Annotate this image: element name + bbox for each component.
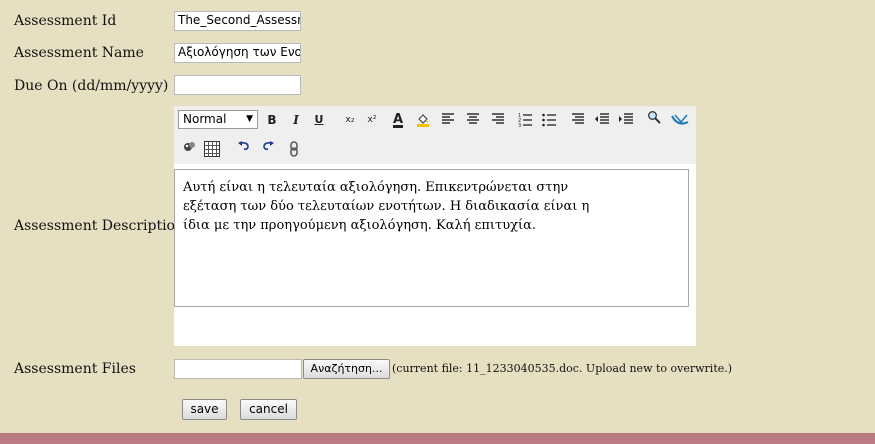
redo-button[interactable]	[258, 138, 278, 158]
toolbar-row-2	[178, 138, 694, 160]
format-select[interactable]: Normal ▼	[178, 110, 258, 129]
insert-table-button[interactable]	[202, 138, 222, 158]
editor-toolbar: Normal ▼ B I U x₂ x² A 123	[174, 106, 696, 164]
bold-button[interactable]: B	[262, 110, 282, 130]
unlink-button[interactable]	[284, 138, 304, 158]
due-on-label: Due On (dd/mm/yyyy)	[14, 78, 169, 94]
bullet-list-button[interactable]	[539, 110, 559, 130]
indent-icon	[619, 113, 633, 124]
underline-button[interactable]: U	[309, 110, 329, 130]
image-icon	[184, 142, 195, 151]
magnifier-icon	[648, 111, 661, 124]
align-center-button[interactable]	[463, 110, 483, 130]
save-button[interactable]: save	[182, 399, 227, 420]
insert-link-button[interactable]	[670, 110, 690, 130]
assessment-id-label: Assessment Id	[14, 13, 117, 29]
italic-button[interactable]: I	[286, 110, 306, 130]
justify-button[interactable]	[568, 110, 588, 130]
align-right-icon	[492, 113, 504, 124]
assessment-files-label: Assessment Files	[14, 361, 136, 377]
link-globe-icon	[671, 114, 689, 125]
assessment-description-label: Assessment Description	[14, 218, 185, 234]
outdent-button[interactable]	[592, 110, 612, 130]
numbered-list-icon: 123	[518, 113, 532, 127]
table-icon	[204, 141, 220, 157]
chevron-down-icon: ▼	[246, 114, 253, 124]
toolbar-row-1: Normal ▼ B I U x₂ x² A 123	[178, 110, 694, 132]
align-center-icon	[467, 113, 479, 124]
svg-text:3: 3	[518, 123, 521, 127]
undo-button[interactable]	[234, 138, 254, 158]
insert-image-button[interactable]	[180, 138, 200, 158]
cancel-button[interactable]: cancel	[240, 399, 297, 420]
justify-icon	[572, 113, 584, 124]
footer-bar	[0, 433, 875, 444]
font-color-button[interactable]: A	[388, 110, 408, 130]
undo-icon	[238, 141, 249, 151]
align-left-button[interactable]	[438, 110, 458, 130]
bullet-list-icon	[542, 113, 556, 127]
outdent-icon	[595, 113, 609, 124]
browse-button[interactable]: Αναζήτηση...	[303, 359, 390, 379]
superscript-button[interactable]: x²	[362, 110, 382, 130]
assessment-name-input[interactable]: Αξιολόγηση των Ενοτή	[174, 43, 301, 63]
align-right-button[interactable]	[488, 110, 508, 130]
highlight-color-button[interactable]	[413, 110, 433, 130]
chain-link-icon	[290, 141, 298, 157]
assessment-name-label: Assessment Name	[14, 45, 144, 61]
subscript-button[interactable]: x₂	[340, 110, 360, 130]
align-left-icon	[442, 113, 454, 124]
format-select-value: Normal	[183, 112, 227, 126]
assessment-id-input[interactable]: The_Second_Assessn	[174, 11, 301, 31]
rich-text-editor: Normal ▼ B I U x₂ x² A 123 Αυτή είναι η …	[174, 106, 696, 346]
redo-icon	[263, 141, 274, 151]
description-text: Αυτή είναι η τελευταία αξιολόγηση. Επικε…	[183, 180, 590, 233]
numbered-list-button[interactable]: 123	[515, 110, 535, 130]
find-button[interactable]	[644, 107, 664, 127]
file-path-input[interactable]	[174, 359, 302, 379]
paint-bucket-icon	[417, 114, 429, 127]
indent-button[interactable]	[616, 110, 636, 130]
assessment-description-textarea[interactable]: Αυτή είναι η τελευταία αξιολόγηση. Επικε…	[174, 169, 689, 307]
due-on-input[interactable]	[174, 75, 301, 95]
current-file-note: (current file: 11_1233040535.doc. Upload…	[392, 362, 733, 375]
